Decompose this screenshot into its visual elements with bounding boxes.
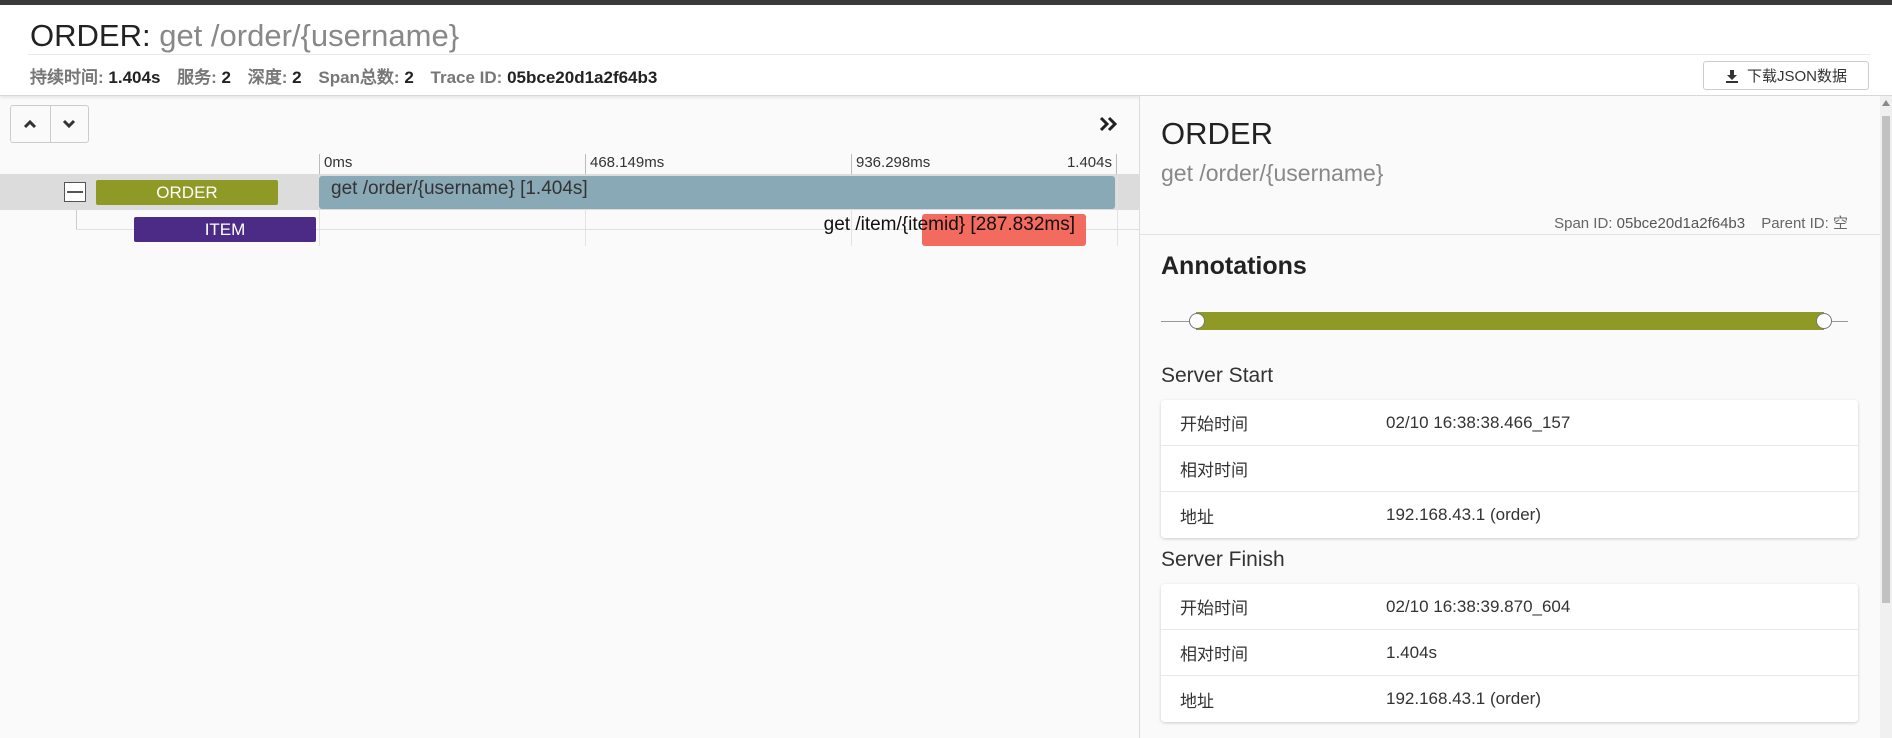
annotation-value: 02/10 16:38:39.870_604 [1386,596,1571,616]
annotation-row: 地址 192.168.43.1 (order) [1161,676,1858,722]
annotation-slider-end-handle[interactable] [1816,313,1832,329]
service-label-order[interactable]: ORDER [96,180,278,205]
expand-panel-button[interactable] [1095,113,1123,135]
span-id-label: Span ID: [1554,215,1613,232]
collapse-icon[interactable] [64,182,86,202]
next-span-button[interactable] [49,106,89,142]
meta-traceid-label: Trace ID: [430,68,503,87]
meta-services-value: 2 [221,68,232,87]
tick-label: 1.404s [1067,154,1117,176]
header-divider [28,54,1870,55]
meta-depth-value: 2 [292,68,302,87]
parent-id-value: 空 [1832,215,1848,232]
trace-header: ORDER: get /order/{username} 持续时间: 1.404… [0,5,1892,96]
annotation-slider-start-handle[interactable] [1189,313,1205,329]
span-id-value: 05bce20d1a2f64b3 [1616,215,1746,232]
annotation-row: 相对时间 1.404s [1161,630,1858,676]
annotation-row: 开始时间 02/10 16:38:39.870_604 [1161,584,1858,630]
annotation-card-server-start: 开始时间 02/10 16:38:38.466_157 相对时间 地址 192.… [1161,400,1858,538]
detail-service: ORDER [1161,116,1273,151]
page-title: ORDER: get /order/{username} [30,18,459,54]
section-title-server-start: Server Start [1161,364,1274,387]
download-json-label: 下载JSON数据 [1746,68,1847,85]
annotation-key: 相对时间 [1180,461,1248,480]
annotation-value: 192.168.43.1 (order) [1386,689,1541,708]
meta-spans-value: 2 [404,68,414,87]
section-title-server-finish: Server Finish [1161,548,1285,571]
parent-id-label: Parent ID: [1761,215,1829,232]
download-icon [1725,69,1738,83]
trace-meta: 持续时间: 1.404s 服务: 2 深度: 2 Span总数: 2 Trace… [30,63,669,88]
time-axis: 0ms 468.149ms 936.298ms 1.404s [0,154,1139,176]
tick-label: 468.149ms [585,154,664,176]
prev-span-button[interactable] [11,106,50,142]
detail-ids: Span ID: 05bce20d1a2f64b3 Parent ID: 空 [1554,212,1848,233]
span-nav-group [10,105,89,143]
span-detail-panel: ORDER get /order/{username} Span ID: 05b… [1139,96,1892,738]
span-name-item: get /item/{itemid} [287.832ms] [823,214,1075,235]
grid-line [1117,176,1118,246]
detail-scrollbar[interactable] [1880,96,1892,738]
annotation-key: 地址 [1180,507,1214,527]
tick-label: 936.298ms [851,154,930,176]
meta-services-label: 服务: [177,68,217,87]
title-operation: get /order/{username} [159,18,460,53]
annotation-row: 地址 192.168.43.1 (order) [1161,492,1858,538]
annotation-slider-range [1196,312,1824,330]
annotation-value: 02/10 16:38:38.466_157 [1386,412,1571,432]
annotation-key: 开始时间 [1180,599,1248,618]
annotation-key: 相对时间 [1180,645,1248,664]
annotation-row: 相对时间 [1161,446,1858,492]
chevron-down-icon [63,119,76,129]
meta-duration-label: 持续时间: [30,68,104,87]
title-separator: : [141,18,151,53]
annotation-key: 地址 [1180,691,1214,711]
scrollbar-thumb[interactable] [1882,116,1890,603]
double-chevron-right-icon [1099,116,1118,132]
timeline-panel: 0ms 468.149ms 936.298ms 1.404s ORDER ITE… [0,96,1139,738]
tick-label: 0ms [319,154,352,176]
annotation-key: 开始时间 [1180,415,1248,434]
service-label-item[interactable]: ITEM [134,217,316,242]
meta-duration-value: 1.404s [108,68,161,87]
meta-traceid-value: 05bce20d1a2f64b3 [507,68,658,87]
scroll-up-arrow-icon[interactable] [1882,100,1890,106]
detail-operation: get /order/{username} [1161,160,1384,186]
annotations-title: Annotations [1161,252,1307,280]
span-name-order: get /order/{username} [1.404s] [331,178,588,199]
tree-connector [76,210,77,229]
annotation-row: 开始时间 02/10 16:38:38.466_157 [1161,400,1858,446]
detail-divider [1140,234,1882,235]
meta-depth-label: 深度: [247,68,288,87]
annotation-card-server-finish: 开始时间 02/10 16:38:39.870_604 相对时间 1.404s … [1161,584,1858,722]
annotation-value: 1.404s [1386,642,1438,662]
meta-spans-label: Span总数: [318,68,400,87]
annotation-value: 192.168.43.1 (order) [1386,505,1541,524]
chevron-up-icon [24,119,37,129]
title-service: ORDER [30,18,142,53]
download-json-button[interactable]: 下载JSON数据 [1703,61,1869,90]
